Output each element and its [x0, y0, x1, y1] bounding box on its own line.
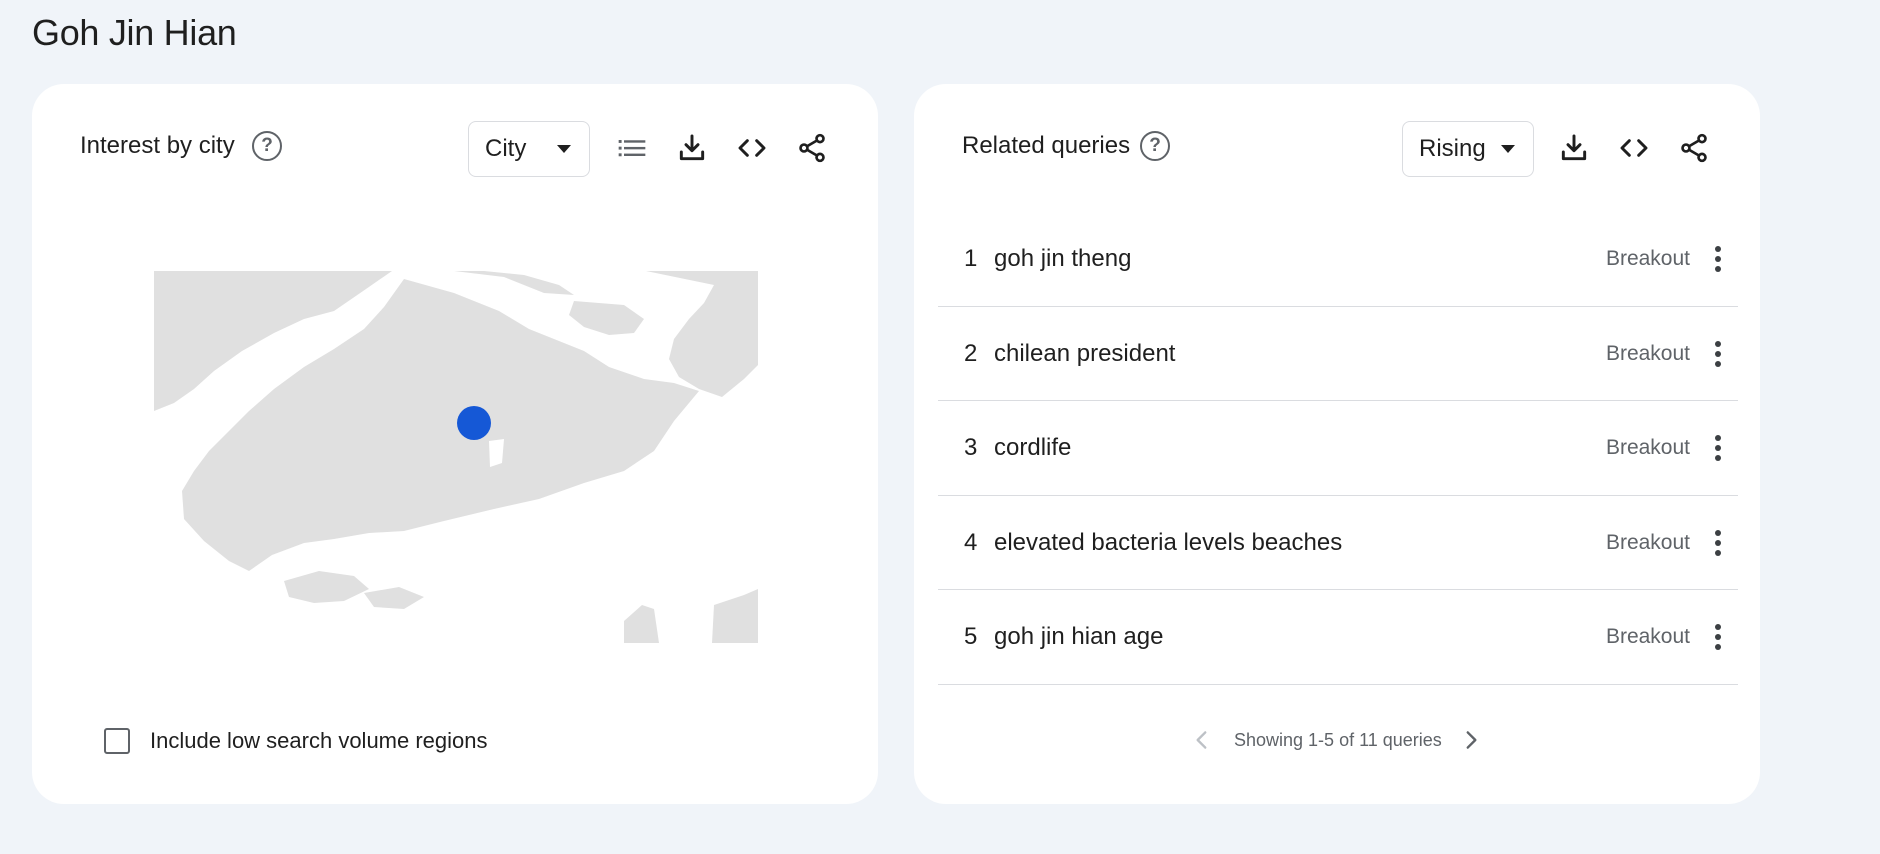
- code-embed-icon: [738, 139, 766, 157]
- list-item[interactable]: 3 cordlife Breakout: [938, 401, 1738, 496]
- more-vert-icon[interactable]: [1702, 239, 1734, 279]
- query-text[interactable]: goh jin hian age: [994, 623, 1163, 651]
- pagination-text: Showing 1-5 of 11 queries: [1234, 730, 1442, 750]
- help-icon[interactable]: ?: [252, 131, 282, 161]
- sort-select-value: Rising: [1419, 135, 1486, 162]
- query-rank: 1: [964, 245, 978, 272]
- pagination: Showing 1-5 of 11 queries: [914, 720, 1760, 760]
- resolution-select-value: City: [485, 135, 527, 162]
- more-vert-icon[interactable]: [1702, 523, 1734, 563]
- city-map[interactable]: [154, 271, 758, 643]
- query-rank: 2: [964, 339, 978, 367]
- related-queries-list: 1 goh jin theng Breakout 2 chilean presi…: [938, 212, 1738, 685]
- download-icon: [679, 134, 705, 161]
- query-rank: 5: [964, 623, 978, 650]
- list-item[interactable]: 4 elevated bacteria levels beaches Break…: [938, 496, 1738, 590]
- list-item[interactable]: 2 chilean president Breakout: [938, 307, 1738, 401]
- list-view-button[interactable]: [612, 128, 652, 168]
- interest-by-city-header: Interest by city ? City: [32, 84, 878, 212]
- query-value: Breakout: [1605, 341, 1690, 365]
- low-volume-label[interactable]: Include low search volume regions: [150, 728, 488, 754]
- query-value: Breakout: [1605, 530, 1690, 554]
- share-icon: [1681, 133, 1707, 163]
- download-icon: [1561, 134, 1587, 161]
- list-item[interactable]: 1 goh jin theng Breakout: [938, 212, 1738, 307]
- embed-button[interactable]: [732, 128, 772, 168]
- more-vert-icon[interactable]: [1702, 334, 1734, 374]
- query-text[interactable]: elevated bacteria levels beaches: [994, 529, 1342, 557]
- sort-select[interactable]: Rising: [1402, 121, 1534, 177]
- download-button[interactable]: [1554, 128, 1594, 168]
- query-rank: 4: [964, 528, 978, 556]
- help-icon[interactable]: ?: [1140, 131, 1170, 161]
- interest-by-city-card: Interest by city ? City Include low sear…: [32, 84, 878, 804]
- share-button[interactable]: [1674, 128, 1714, 168]
- city-marker[interactable]: [457, 406, 491, 440]
- query-value: Breakout: [1605, 247, 1690, 270]
- low-volume-toggle-row[interactable]: Include low search volume regions: [104, 728, 488, 754]
- share-button[interactable]: [792, 128, 832, 168]
- chevron-left-icon[interactable]: [1186, 724, 1218, 756]
- singapore-map: [154, 271, 758, 643]
- resolution-select[interactable]: City: [468, 121, 590, 177]
- more-vert-icon[interactable]: [1702, 428, 1734, 468]
- share-icon: [799, 133, 825, 163]
- query-rank: 3: [964, 434, 978, 461]
- list-item[interactable]: 5 goh jin hian age Breakout: [938, 590, 1738, 685]
- query-value: Breakout: [1605, 436, 1690, 459]
- chevron-right-icon[interactable]: [1455, 724, 1487, 756]
- dropdown-caret-icon: [557, 145, 571, 153]
- page-title: Goh Jin Hian: [32, 12, 237, 53]
- low-volume-checkbox[interactable]: [104, 728, 130, 754]
- related-queries-title: Related queries: [962, 132, 1131, 159]
- related-queries-header: Related queries ? Rising: [914, 84, 1760, 212]
- more-vert-icon[interactable]: [1702, 617, 1734, 657]
- related-queries-card: Related queries ? Rising 1 goh jin theng…: [914, 84, 1760, 804]
- query-text[interactable]: cordlife: [994, 434, 1071, 462]
- list-icon: [618, 140, 646, 157]
- code-embed-icon: [1620, 139, 1648, 157]
- download-button[interactable]: [672, 128, 712, 168]
- interest-by-city-title: Interest by city: [80, 132, 235, 159]
- embed-button[interactable]: [1614, 128, 1654, 168]
- query-text[interactable]: chilean president: [994, 340, 1175, 368]
- query-text[interactable]: goh jin theng: [994, 245, 1131, 273]
- dropdown-caret-icon: [1501, 145, 1515, 153]
- query-value: Breakout: [1605, 625, 1690, 648]
